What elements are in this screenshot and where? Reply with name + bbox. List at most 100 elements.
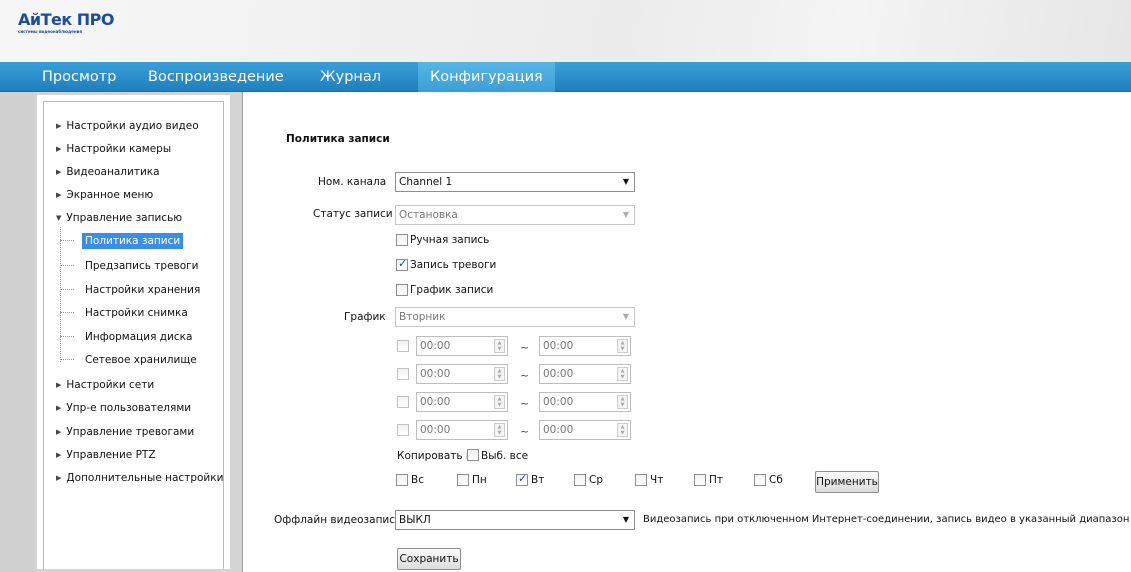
manual-record-label: Ручная запись: [410, 234, 490, 246]
sidebar-item-advanced[interactable]: ▶ Дополнительные настройки: [56, 472, 223, 484]
day-mon-checkbox[interactable]: [457, 474, 469, 486]
day-wed-label: Ср: [589, 474, 603, 486]
expand-arrow-icon: ▶: [56, 191, 62, 199]
day-wed-checkbox[interactable]: [574, 474, 586, 486]
range-separator: ~: [520, 425, 530, 438]
day-tue-label: Вт: [531, 474, 545, 486]
tab-log[interactable]: Журнал: [320, 62, 381, 92]
header: АйТек ПРО системы видеонаблюдения: [0, 0, 1131, 62]
save-button[interactable]: Сохранить: [397, 548, 461, 570]
chevron-down-icon: ▼: [622, 312, 629, 321]
range-separator: ~: [520, 369, 530, 382]
channel-select[interactable]: Channel 1 ▼: [395, 172, 635, 192]
logo-sub-text: системы видеонаблюдения: [18, 29, 83, 34]
schedule-record-label: График записи: [410, 284, 494, 296]
sidebar-sub-pre-alarm[interactable]: Предзапись тревоги: [60, 260, 201, 272]
day-sat-label: Сб: [769, 474, 783, 486]
left-gutter: [0, 92, 34, 572]
time-range-2-end[interactable]: 00:00 ▲ ▼: [539, 364, 631, 384]
spinner-icon[interactable]: ▲ ▼: [494, 395, 505, 409]
tab-view[interactable]: Просмотр: [42, 62, 116, 92]
spinner-icon[interactable]: ▲ ▼: [617, 339, 628, 353]
logo: АйТек ПРО системы видеонаблюдения: [18, 10, 115, 35]
channel-label: Ном. канала: [318, 176, 387, 188]
sidebar-sub-snapshot[interactable]: Настройки снимка: [60, 307, 191, 319]
time-range-2-start[interactable]: 00:00 ▲ ▼: [416, 364, 508, 384]
spinner-icon[interactable]: ▲ ▼: [617, 395, 628, 409]
spinner-icon[interactable]: ▲ ▼: [494, 423, 505, 437]
day-sun-label: Вс: [411, 474, 424, 486]
day-thu-label: Чт: [650, 474, 664, 486]
sidebar-item-network[interactable]: ▶ Настройки сети: [56, 379, 154, 391]
page-title: Политика записи: [286, 133, 390, 145]
chevron-down-icon: ▼: [622, 210, 629, 219]
manual-record-checkbox[interactable]: [396, 234, 408, 246]
time-range-1-end[interactable]: 00:00 ▲ ▼: [539, 336, 631, 356]
main-nav: Просмотр Воспроизведение Журнал Конфигур…: [0, 62, 1131, 92]
select-all-checkbox[interactable]: [467, 449, 479, 461]
sidebar-item-ptz[interactable]: ▶ Управление PTZ: [56, 449, 156, 461]
sidebar-sub-storage[interactable]: Настройки хранения: [60, 284, 203, 296]
copy-to-label: Копировать в: [397, 450, 473, 462]
time-range-2-checkbox[interactable]: [397, 368, 409, 380]
apply-button[interactable]: Применить: [815, 471, 879, 493]
content-panel: [242, 92, 1131, 572]
expand-arrow-icon: ▶: [56, 145, 62, 153]
sidebar-item-users[interactable]: ▶ Упр-е пользователями: [56, 402, 191, 414]
expand-arrow-icon: ▶: [56, 474, 62, 482]
range-separator: ~: [520, 341, 530, 354]
sidebar-item-analytics[interactable]: ▶ Видеоаналитика: [56, 166, 160, 178]
day-tue-checkbox[interactable]: [516, 472, 528, 486]
tab-configuration[interactable]: Конфигурация: [418, 62, 555, 92]
schedule-label: График: [344, 311, 386, 323]
time-range-3-end[interactable]: 00:00 ▲ ▼: [539, 392, 631, 412]
collapse-arrow-icon: ▼: [56, 214, 62, 222]
expand-arrow-icon: ▶: [56, 451, 62, 459]
select-all-label: Выб. все: [481, 450, 529, 462]
time-range-3-start[interactable]: 00:00 ▲ ▼: [416, 392, 508, 412]
expand-arrow-icon: ▶: [56, 122, 62, 130]
spinner-icon[interactable]: ▲ ▼: [494, 339, 505, 353]
spinner-icon[interactable]: ▲ ▼: [617, 367, 628, 381]
tab-playback[interactable]: Воспроизведение: [148, 62, 284, 92]
time-range-1-checkbox[interactable]: [397, 340, 409, 352]
offline-record-hint: Видеозапись при отключенном Интернет-сое…: [643, 514, 1131, 525]
sidebar-item-camera[interactable]: ▶ Настройки камеры: [56, 143, 171, 155]
sidebar-sub-nas[interactable]: Сетевое хранилище: [60, 354, 200, 366]
sidebar-sub-record-policy[interactable]: Политика записи: [60, 233, 184, 249]
sidebar-item-osd[interactable]: ▶ Экранное меню: [56, 189, 153, 201]
panel-separator: [233, 92, 242, 572]
schedule-record-checkbox[interactable]: [396, 284, 408, 296]
sidebar-item-record-management[interactable]: ▼ Управление записью: [56, 212, 182, 224]
expand-arrow-icon: ▶: [56, 168, 62, 176]
expand-arrow-icon: ▶: [56, 428, 62, 436]
time-range-4-checkbox[interactable]: [397, 424, 409, 436]
day-mon-label: Пн: [472, 474, 487, 486]
expand-arrow-icon: ▶: [56, 404, 62, 412]
chevron-down-icon: ▼: [622, 515, 629, 524]
spinner-icon[interactable]: ▲ ▼: [494, 367, 505, 381]
day-sat-checkbox[interactable]: [754, 474, 766, 486]
time-range-4-start[interactable]: 00:00 ▲ ▼: [416, 420, 508, 440]
sidebar-item-alarms[interactable]: ▶ Управление тревогами: [56, 426, 194, 438]
time-range-4-end[interactable]: 00:00 ▲ ▼: [539, 420, 631, 440]
day-fri-checkbox[interactable]: [694, 474, 706, 486]
day-fri-label: Пт: [709, 474, 724, 486]
alarm-record-checkbox[interactable]: [396, 257, 408, 271]
range-separator: ~: [520, 397, 530, 410]
spinner-icon[interactable]: ▲ ▼: [617, 423, 628, 437]
schedule-day-select[interactable]: Вторник ▼: [395, 307, 635, 327]
chevron-down-icon: ▼: [622, 177, 629, 186]
offline-record-select[interactable]: ВЫКЛ ▼: [395, 510, 635, 530]
sidebar-item-audio-video[interactable]: ▶ Настройки аудио видео: [56, 120, 199, 132]
time-range-1-start[interactable]: 00:00 ▲ ▼: [416, 336, 508, 356]
record-status-label: Статус записи: [313, 208, 393, 220]
sidebar-sub-disk-info[interactable]: Информация диска: [60, 331, 195, 343]
offline-record-label: Оффлайн видеозапись: [274, 514, 402, 526]
alarm-record-label: Запись тревоги: [410, 259, 497, 271]
day-thu-checkbox[interactable]: [635, 474, 647, 486]
time-range-3-checkbox[interactable]: [397, 396, 409, 408]
day-sun-checkbox[interactable]: [396, 474, 408, 486]
logo-main-text: АйТек ПРО: [18, 10, 115, 29]
record-status-select[interactable]: Остановка ▼: [395, 205, 635, 225]
